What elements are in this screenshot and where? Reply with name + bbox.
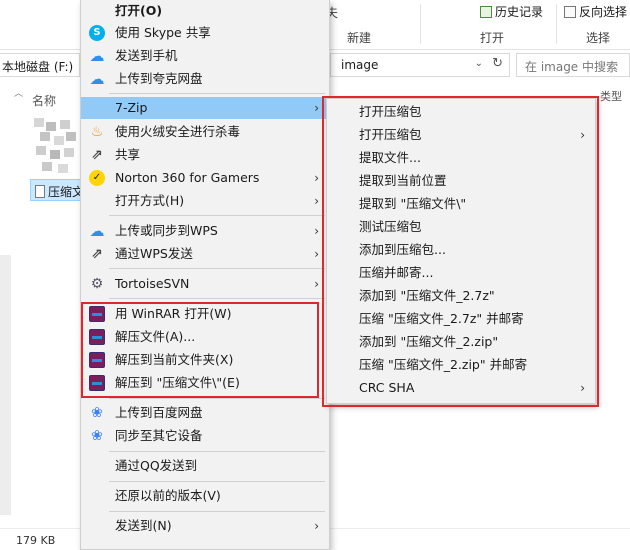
reverse-select-button[interactable]: 反向选择	[564, 3, 630, 20]
menu-item-label: 还原以前的版本(V)	[115, 488, 221, 503]
column-header-name[interactable]: 名称	[32, 92, 56, 109]
submenu-arrow-icon: ›	[314, 194, 319, 208]
annotation-box-winrar	[81, 302, 319, 398]
menu-item-huorong-scan[interactable]: ♨ 使用火绒安全进行杀毒	[81, 121, 329, 143]
annotation-box-7zip	[322, 96, 599, 407]
menu-separator	[109, 93, 325, 94]
history-icon	[480, 6, 492, 18]
menu-item-label: 使用 Skype 共享	[115, 25, 211, 40]
menu-item-label: 使用火绒安全进行杀毒	[115, 124, 241, 139]
address-path-text: 本地磁盘 (F:)	[2, 60, 74, 74]
submenu-arrow-icon: ›	[314, 519, 319, 533]
menu-item-label: TortoiseSVN	[115, 276, 190, 291]
refresh-icon[interactable]: ↻	[492, 56, 503, 71]
menu-item-quark-upload[interactable]: ☁ 上传到夸克网盘	[81, 68, 329, 90]
menu-separator	[109, 451, 325, 452]
menu-item-open-with[interactable]: 打开方式(H) ›	[81, 190, 329, 212]
ribbon-group-new: 新建	[347, 31, 372, 45]
menu-item-label: 发送到手机	[115, 48, 178, 63]
menu-item-7zip[interactable]: 7-Zip ›	[81, 97, 329, 119]
menu-separator	[109, 511, 325, 512]
tortoise-icon: ⚙	[90, 276, 104, 292]
menu-separator	[109, 481, 325, 482]
fire-shield-icon: ♨	[90, 124, 104, 140]
menu-item-label: 上传到百度网盘	[115, 405, 203, 420]
baidu-cloud-icon: ❀	[91, 405, 103, 421]
menu-item-wps-upload[interactable]: ☁ 上传或同步到WPS ›	[81, 220, 329, 242]
menu-item-send-to-phone[interactable]: ☁ 发送到手机	[81, 45, 329, 67]
history-label: 历史记录	[495, 5, 544, 19]
menu-item-label: 打开(O)	[115, 3, 163, 18]
skype-icon: S	[89, 25, 105, 41]
ribbon-separator	[420, 4, 421, 44]
ribbon-separator	[556, 4, 557, 44]
menu-item-share[interactable]: ⇗ 共享	[81, 144, 329, 166]
menu-item-label: Norton 360 for Gamers	[115, 170, 260, 185]
menu-item-label: 通过QQ发送到	[115, 458, 198, 473]
baidu-sync-icon: ❀	[91, 428, 103, 444]
submenu-arrow-icon: ›	[314, 101, 319, 115]
selected-file-label: 压缩文	[48, 185, 82, 199]
selected-file-item[interactable]: 压缩文	[30, 179, 82, 201]
menu-item-label: 同步至其它设备	[115, 428, 203, 443]
menu-item-norton[interactable]: ✓ Norton 360 for Gamers ›	[81, 167, 329, 189]
menu-item-wps-send[interactable]: ⇗ 通过WPS发送 ›	[81, 243, 329, 265]
chevron-down-icon[interactable]: ⌄	[475, 58, 483, 69]
menu-item-label: 共享	[115, 147, 141, 162]
submenu-arrow-icon: ›	[314, 247, 319, 261]
menu-item-sync-devices[interactable]: ❀ 同步至其它设备	[81, 425, 329, 447]
context-menu: 打开(O) S 使用 Skype 共享 ☁ 发送到手机 ☁ 上传到夸克网盘 7-…	[80, 0, 330, 550]
reverse-select-icon	[564, 6, 576, 18]
menu-item-restore-versions[interactable]: 还原以前的版本(V)	[81, 485, 329, 507]
file-thumbnail[interactable]	[34, 118, 80, 174]
status-size: 179 KB	[16, 534, 56, 547]
cloud-upload-icon: ☁	[89, 70, 105, 88]
submenu-arrow-icon: ›	[314, 171, 319, 185]
menu-item-label: 7-Zip	[115, 100, 148, 115]
menu-item-label: 发送到(N)	[115, 518, 172, 533]
wps-cloud-icon: ☁	[89, 222, 105, 240]
submenu-arrow-icon: ›	[314, 224, 319, 238]
share-icon: ⇗	[91, 147, 103, 163]
norton-icon: ✓	[89, 170, 105, 186]
file-icon	[35, 185, 45, 198]
search-input[interactable]: 在 image 中搜索	[516, 53, 630, 77]
menu-item-skype-share[interactable]: S 使用 Skype 共享	[81, 22, 329, 44]
reverse-select-label: 反向选择	[579, 5, 628, 19]
menu-item-baidu-upload[interactable]: ❀ 上传到百度网盘	[81, 402, 329, 424]
menu-item-qq-send[interactable]: 通过QQ发送到	[81, 455, 329, 477]
scrollbar[interactable]	[0, 255, 11, 515]
menu-item-label: 打开方式(H)	[115, 193, 185, 208]
menu-item-open[interactable]: 打开(O)	[81, 0, 329, 22]
cloud-upload-icon: ☁	[89, 47, 105, 65]
menu-item-label: 上传或同步到WPS	[115, 223, 218, 238]
column-header-type[interactable]: 类型	[600, 88, 622, 104]
chevron-up-icon[interactable]: ︿	[14, 86, 23, 99]
menu-item-label: 通过WPS发送	[115, 246, 193, 261]
menu-separator	[109, 215, 325, 216]
search-placeholder: 在 image 中搜索	[525, 60, 619, 74]
address-bar[interactable]: image ⌄ ↻	[330, 53, 510, 77]
submenu-arrow-icon: ›	[314, 277, 319, 291]
ribbon-group-open: 打开	[480, 31, 505, 45]
menu-separator	[109, 398, 325, 399]
wps-send-icon: ⇗	[91, 246, 103, 262]
menu-item-tortoisesvn[interactable]: ⚙ TortoiseSVN ›	[81, 273, 329, 295]
history-button[interactable]: 历史记录	[480, 3, 543, 20]
menu-separator	[109, 298, 325, 299]
address-bar-left[interactable]: 本地磁盘 (F:)	[0, 53, 80, 77]
ribbon-group-select: 选择	[586, 31, 611, 45]
menu-item-label: 上传到夸克网盘	[115, 71, 203, 86]
menu-separator	[109, 268, 325, 269]
address-current-folder: image	[341, 58, 379, 72]
menu-item-send-to[interactable]: 发送到(N) ›	[81, 515, 329, 537]
